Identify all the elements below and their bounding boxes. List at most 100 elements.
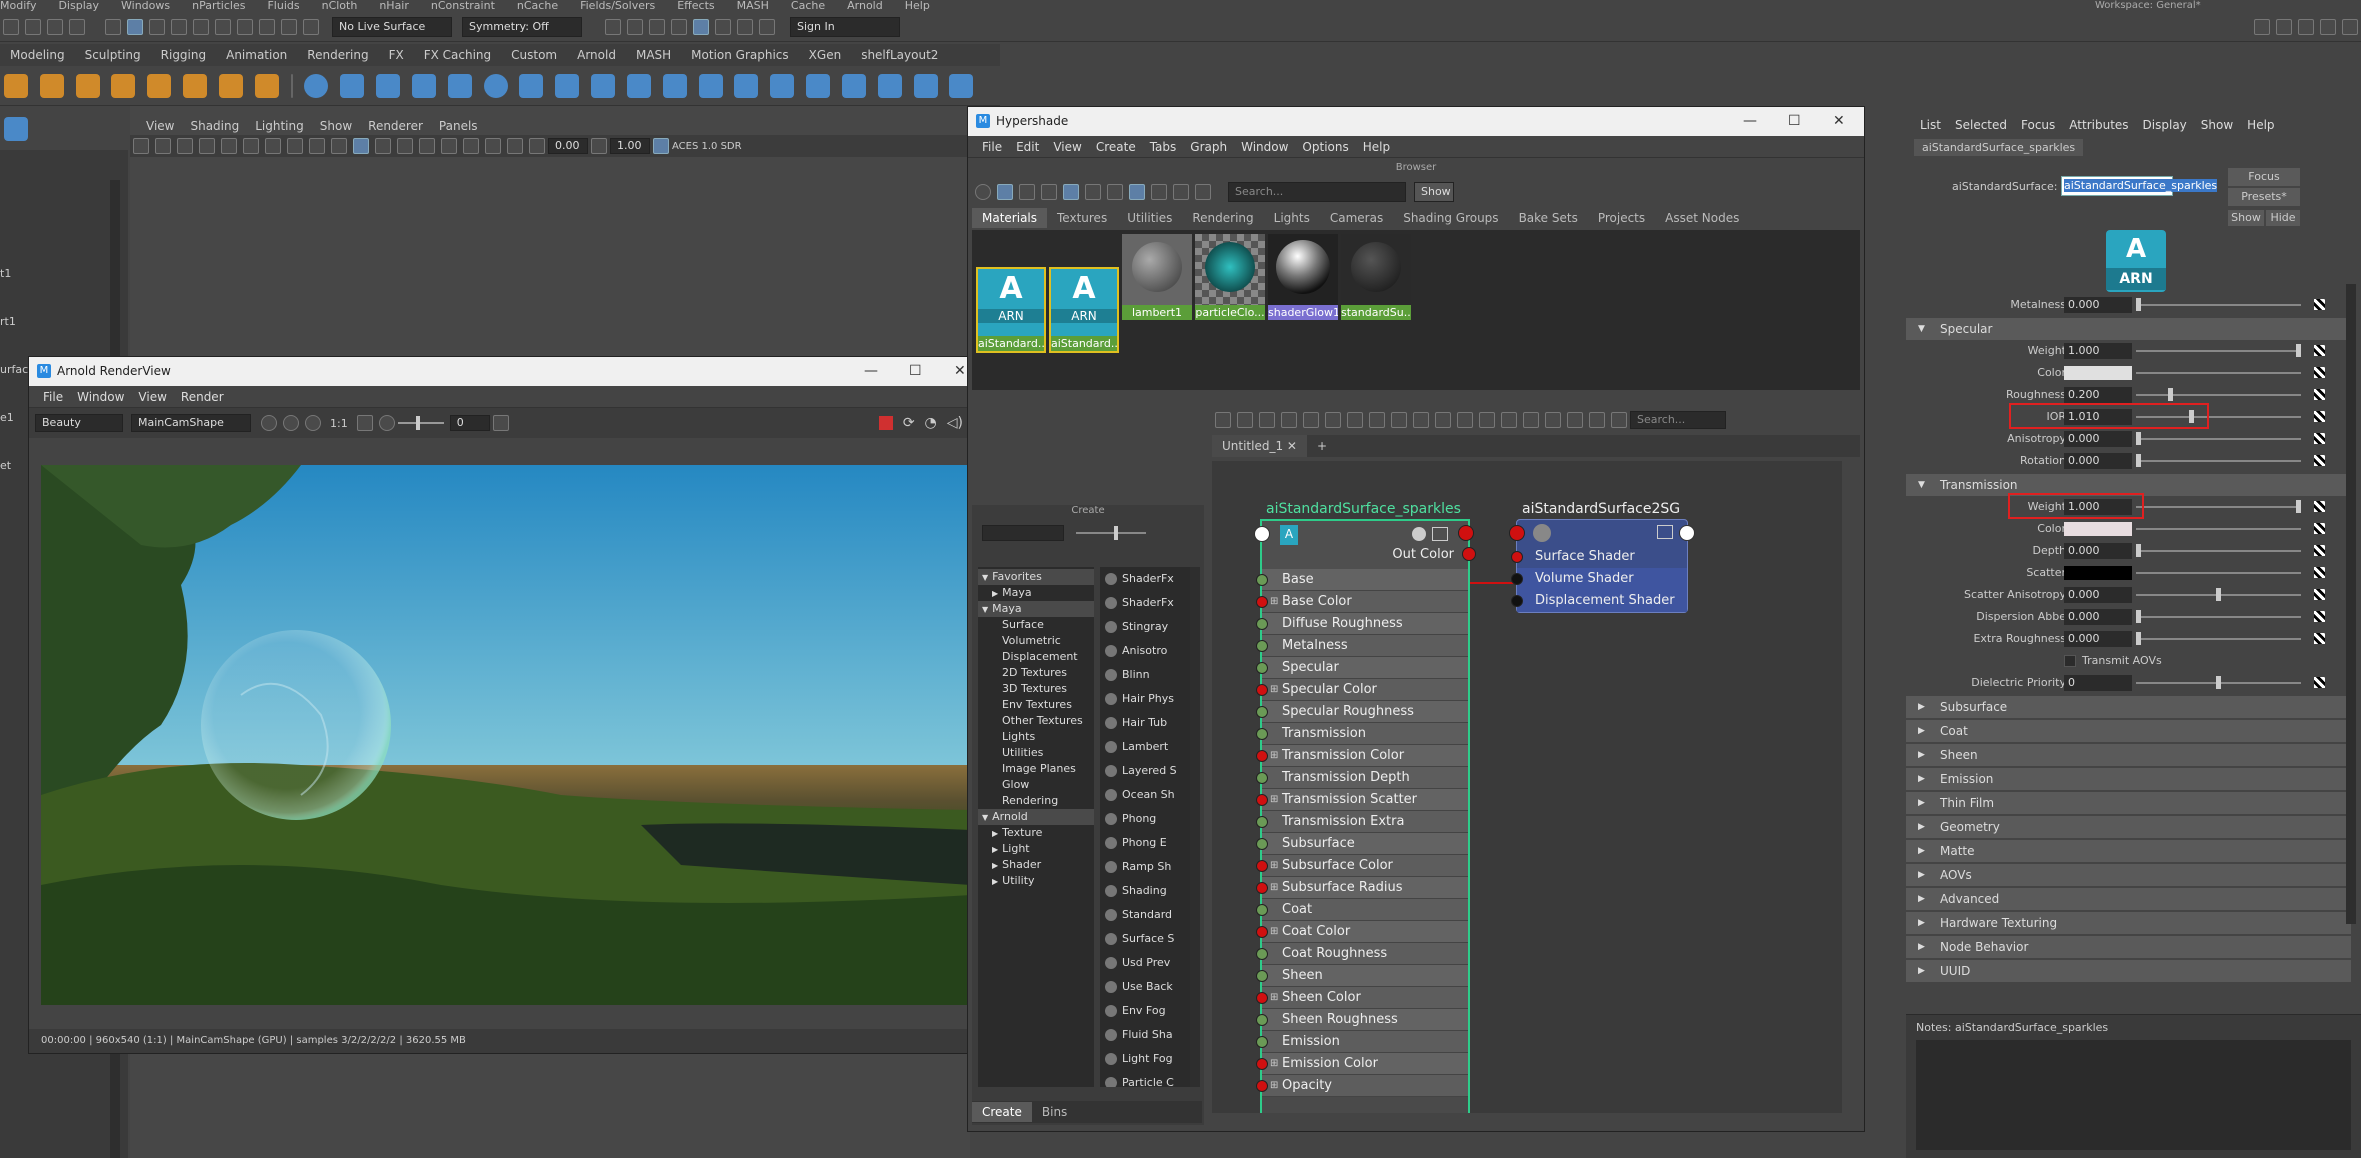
create-node-item[interactable]: Phong E (1100, 831, 1190, 855)
attribute-value-field[interactable]: 0.000 (2064, 587, 2132, 603)
attribute-slider[interactable] (2136, 550, 2301, 552)
graph-input-icon[interactable] (1215, 412, 1231, 428)
refresh-icon[interactable]: ⟳ (903, 415, 915, 431)
tool-settings-icon[interactable] (2298, 18, 2314, 35)
maximize-button[interactable]: ☐ (1788, 107, 1801, 136)
attribute-value-field[interactable]: 1.000 (2064, 343, 2132, 359)
main-menu-item-6[interactable]: nHair (379, 0, 409, 11)
create-tree-item[interactable]: ▶ Texture (978, 825, 1094, 841)
port-connector[interactable] (1256, 970, 1268, 982)
attribute-slider[interactable] (2136, 506, 2301, 508)
port-connector[interactable] (1256, 1080, 1268, 1092)
sort-icon[interactable] (1041, 184, 1057, 200)
renderview-menu-item-2[interactable]: View (138, 386, 166, 408)
main-menu-item-5[interactable]: nCloth (322, 0, 358, 11)
attribute-section-header[interactable]: Emission (1906, 768, 2351, 790)
browser-tab-5[interactable]: Cameras (1320, 208, 1393, 228)
camera-dropdown[interactable]: MainCamShape (131, 414, 251, 432)
refresh-icon[interactable] (1195, 184, 1211, 200)
graph-canvas[interactable]: aiStandardSurface_sparkles A Out Color B… (1212, 461, 1842, 1113)
create-node-item[interactable]: Shading (1100, 879, 1190, 903)
lasso-icon[interactable] (25, 18, 41, 35)
snap-point-icon[interactable] (149, 18, 165, 35)
create-tree-item[interactable]: ▼ Maya (978, 601, 1094, 617)
shelf-tab-2[interactable]: Rigging (151, 44, 216, 66)
outliner-item[interactable]: t1 (0, 250, 35, 298)
viewport-menu-item-1[interactable]: Shading (190, 119, 239, 133)
expand-arrow-icon[interactable]: ▶ (992, 877, 998, 886)
shader-port-row[interactable]: Subsurface (1256, 833, 1468, 855)
image-plane-icon[interactable] (199, 138, 215, 154)
expand-port-icon[interactable]: ⊞ (1270, 1075, 1278, 1097)
attribute-section-header[interactable]: Subsurface (1906, 696, 2351, 718)
attribute-slider[interactable] (2136, 394, 2301, 396)
pencil-curve-icon[interactable] (75, 74, 100, 98)
sphere-icon[interactable] (304, 74, 329, 98)
clear-graph-icon[interactable] (1325, 412, 1341, 428)
list-view-icon[interactable] (1019, 184, 1035, 200)
ae-menu-item-0[interactable]: List (1920, 118, 1941, 132)
port-connector[interactable] (1256, 882, 1268, 894)
outliner-icon[interactable] (2276, 18, 2292, 35)
curve-edit-icon[interactable] (183, 74, 208, 98)
aov-dropdown[interactable]: Beauty (35, 414, 123, 432)
pin-icon[interactable] (1501, 412, 1517, 428)
sign-in-button[interactable]: Sign In (790, 16, 900, 37)
map-button-icon[interactable] (2314, 677, 2325, 688)
sort-time-icon[interactable] (1173, 184, 1189, 200)
expand-port-icon[interactable]: ⊞ (1270, 1053, 1278, 1075)
snap-grid-icon[interactable] (1567, 412, 1583, 428)
graph-settings-icon[interactable] (1589, 412, 1605, 428)
attribute-tab[interactable]: aiStandardSurface_sparkles (1914, 139, 2084, 156)
shelf-tab-9[interactable]: MASH (626, 44, 681, 66)
separate-icon[interactable] (698, 74, 723, 98)
main-menu-item-4[interactable]: Fluids (267, 0, 299, 11)
render-settings-icon[interactable] (671, 18, 687, 35)
field-chart-icon[interactable] (309, 138, 325, 154)
camera-attr-icon[interactable] (155, 138, 171, 154)
graph-search-input[interactable]: Search... (1630, 411, 1726, 429)
bridge-icon[interactable] (770, 74, 795, 98)
shader-port-row[interactable]: ⊞ Opacity (1256, 1075, 1468, 1097)
channel-icon[interactable] (283, 415, 299, 431)
helix-icon[interactable] (555, 74, 580, 98)
snap-icon[interactable] (281, 18, 297, 35)
create-tree-item[interactable]: Other Textures (978, 713, 1094, 729)
shelf-tab-3[interactable]: Animation (216, 44, 297, 66)
attribute-value-field[interactable]: 0 (2064, 675, 2132, 691)
attribute-slider[interactable] (2136, 304, 2301, 306)
slider-handle[interactable] (2136, 632, 2141, 645)
sort-type-icon[interactable] (1151, 184, 1167, 200)
layout-icon[interactable] (1611, 412, 1627, 428)
map-button-icon[interactable] (2314, 389, 2325, 400)
exposure-field[interactable]: 0.00 (548, 138, 588, 154)
port-connector[interactable] (1256, 992, 1268, 1004)
slider-handle[interactable] (2216, 588, 2221, 601)
main-menu-item-1[interactable]: Display (58, 0, 99, 11)
shelf-tab-12[interactable]: shelfLayout2 (851, 44, 948, 66)
create-node-item[interactable]: Light Fog (1100, 1047, 1190, 1071)
gamma-icon[interactable] (591, 138, 607, 154)
exposure-value[interactable]: 0 (449, 415, 490, 431)
attribute-section-header[interactable]: Matte (1906, 840, 2351, 862)
shading-group-node[interactable]: aiStandardSurface2SG Surface Shader Volum… (1509, 501, 1695, 613)
hypershade-menu-item-2[interactable]: View (1053, 136, 1081, 158)
swatch-view-icon[interactable] (997, 184, 1013, 200)
port-connector[interactable] (1256, 816, 1268, 828)
bevel-icon[interactable] (806, 74, 831, 98)
snap-view-icon[interactable] (171, 18, 187, 35)
ambient-occlusion-icon[interactable] (463, 138, 479, 154)
cylinder-icon[interactable] (376, 74, 401, 98)
shader-port-row[interactable]: ⊞ Subsurface Radius (1256, 877, 1468, 899)
attribute-section-header[interactable]: Geometry (1906, 816, 2351, 838)
main-menu-item-8[interactable]: nCache (517, 0, 558, 11)
soccer-ball-icon[interactable] (591, 74, 616, 98)
shader-port-row[interactable]: Transmission Depth (1256, 767, 1468, 789)
create-node-item[interactable]: Stingray (1100, 615, 1190, 639)
show-button[interactable]: Show (1414, 182, 1454, 202)
attribute-section-header[interactable]: Sheen (1906, 744, 2351, 766)
main-menu-item-0[interactable]: Modify (0, 0, 36, 11)
cube-icon[interactable] (340, 74, 365, 98)
ae-menu-item-2[interactable]: Focus (2021, 118, 2055, 132)
shader-port-row[interactable]: Emission (1256, 1031, 1468, 1053)
